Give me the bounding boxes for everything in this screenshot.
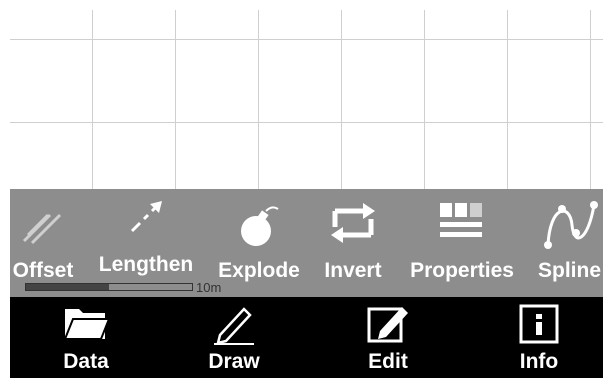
tab-draw[interactable]: Draw bbox=[160, 297, 308, 378]
scale-label: 10m bbox=[196, 280, 222, 295]
lengthen-icon bbox=[126, 197, 166, 242]
offset-icon bbox=[20, 201, 66, 252]
bottom-tab-bar: Data Draw Edit Info bbox=[10, 297, 603, 378]
tool-properties[interactable]: Properties bbox=[406, 189, 518, 297]
tool-label: Offset bbox=[12, 259, 74, 282]
edit-icon bbox=[366, 303, 410, 350]
scale-bar bbox=[25, 283, 193, 291]
tool-palette: Offset Lengthen Explode Invert Propertie… bbox=[10, 189, 603, 297]
bomb-icon bbox=[236, 203, 282, 254]
tool-label: Explode bbox=[218, 259, 300, 282]
tool-label: Spline bbox=[537, 259, 602, 282]
tab-edit[interactable]: Edit bbox=[314, 297, 462, 378]
tool-lengthen[interactable]: Lengthen bbox=[98, 189, 194, 297]
folder-icon bbox=[63, 303, 111, 348]
scale-bar-fill bbox=[26, 284, 109, 290]
tab-label: Info bbox=[519, 350, 559, 373]
tool-label: Invert bbox=[324, 259, 382, 282]
tool-label: Properties bbox=[410, 259, 514, 282]
tab-label: Data bbox=[63, 350, 109, 373]
tool-invert[interactable]: Invert bbox=[318, 189, 388, 297]
spline-icon bbox=[540, 197, 600, 256]
tab-data[interactable]: Data bbox=[12, 297, 160, 378]
tool-label: Lengthen bbox=[98, 253, 194, 276]
properties-icon bbox=[440, 203, 484, 248]
tab-label: Edit bbox=[368, 350, 408, 373]
tool-offset[interactable]: Offset bbox=[10, 189, 76, 297]
tool-explode[interactable]: Explode bbox=[215, 189, 303, 297]
tab-info[interactable]: Info bbox=[465, 297, 603, 378]
info-icon bbox=[518, 303, 560, 350]
invert-arrows-icon bbox=[329, 201, 377, 250]
tool-spline[interactable]: Spline bbox=[536, 189, 603, 297]
pencil-icon bbox=[212, 303, 256, 350]
tab-label: Draw bbox=[208, 350, 260, 373]
